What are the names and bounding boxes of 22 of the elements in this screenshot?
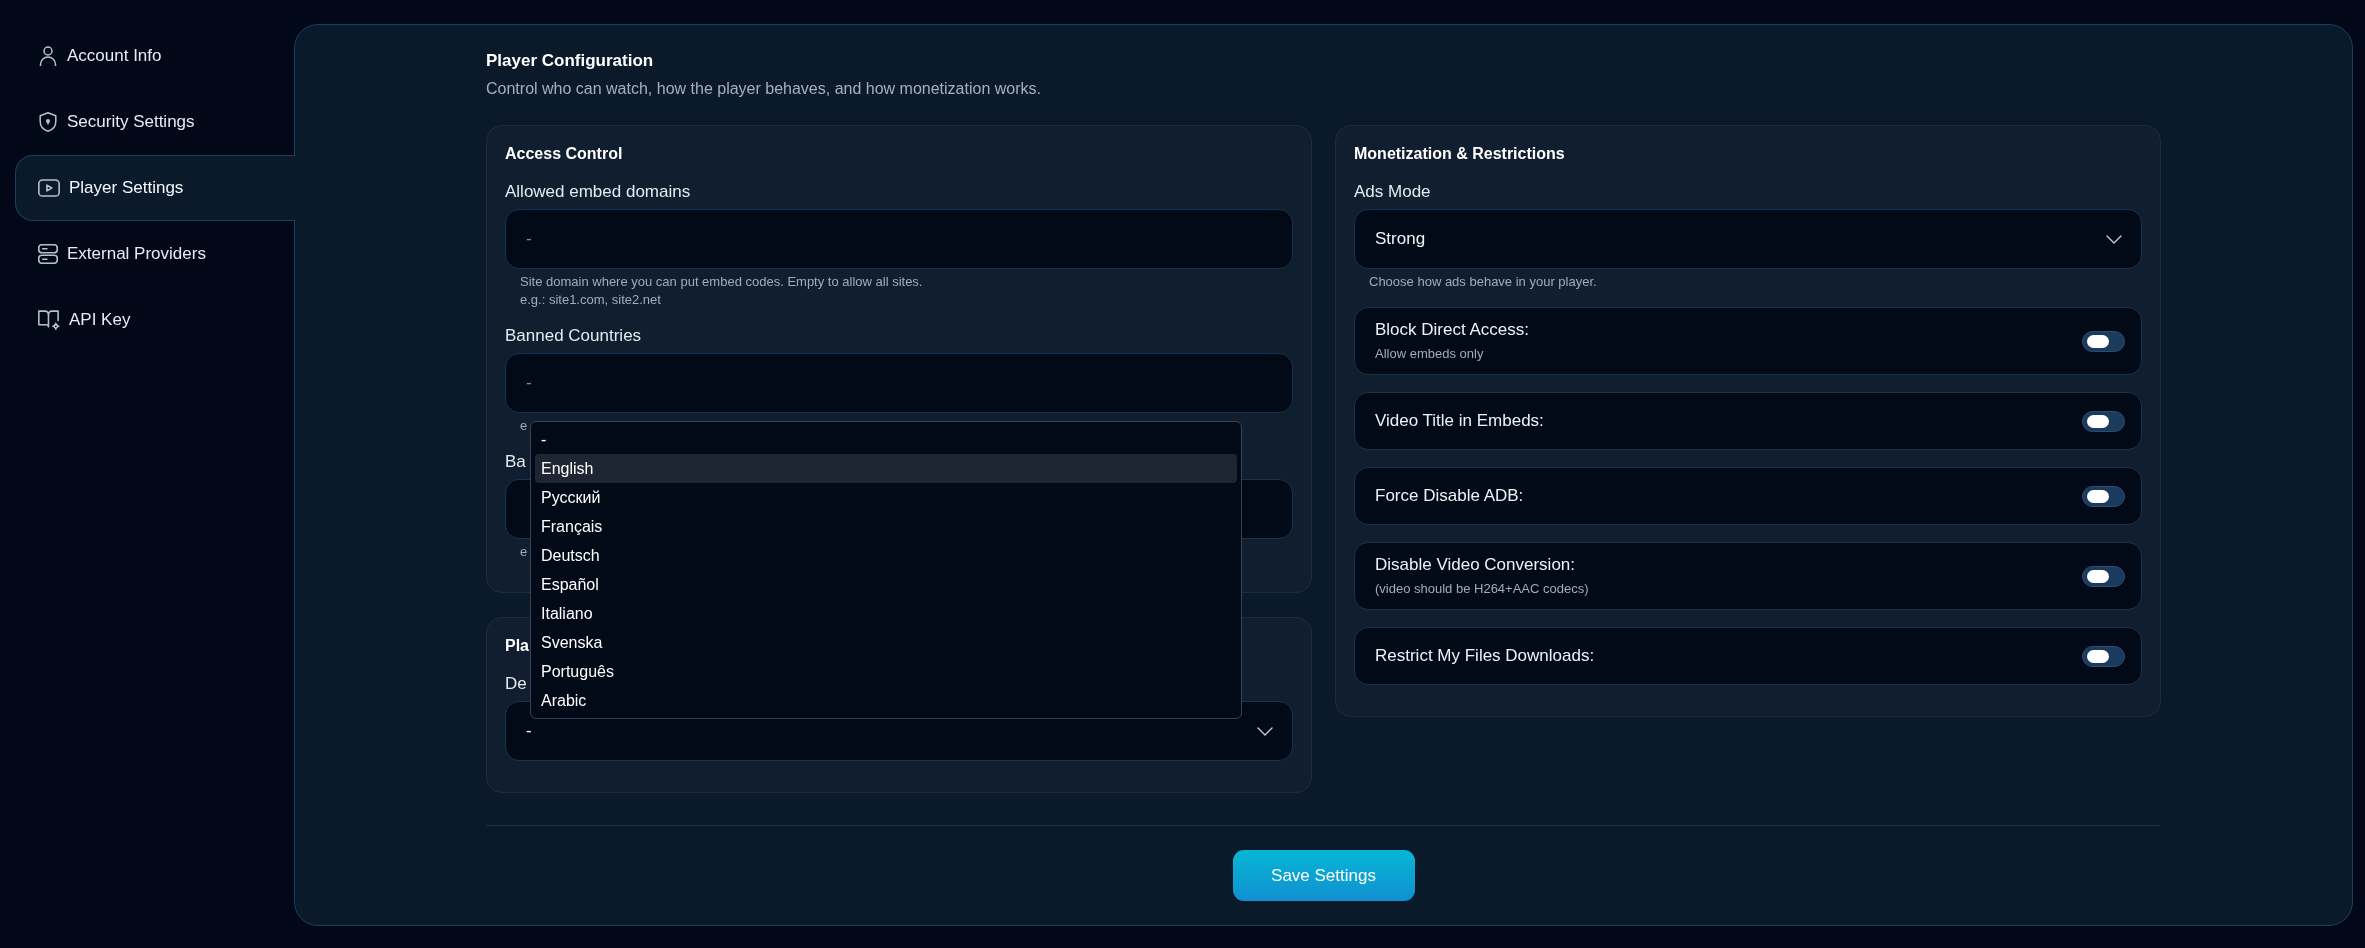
setting-label: Block Direct Access:	[1375, 319, 1529, 341]
card-title: Access Control	[505, 144, 623, 164]
page-title: Player Configuration	[486, 50, 654, 72]
card-title: Pla	[505, 636, 529, 656]
card-title: Monetization & Restrictions	[1354, 144, 1565, 164]
help-text: Choose how ads behave in your player.	[1369, 273, 1597, 291]
setting-label: Restrict My Files Downloads:	[1375, 645, 1595, 667]
field-label: Banned Countries	[505, 325, 642, 347]
help-text: e	[520, 543, 528, 561]
field-label: Ba	[505, 451, 526, 473]
page-subtitle: Control who can watch, how the player behaves, and how monetization works.	[486, 79, 1041, 99]
setting-label: Force Disable ADB:	[1375, 485, 1524, 507]
help-text: Site domain where you can put embed codes. Empty to allow all sites.	[520, 273, 923, 291]
field-label: De	[505, 673, 527, 695]
setting-note: (video should be H264+AAC codecs)	[1375, 580, 1589, 598]
setting-note: Allow embeds only	[1375, 345, 1484, 363]
help-text: e.g.: site1.com, site2.net	[520, 291, 661, 309]
setting-label: Video Title in Embeds:	[1375, 410, 1544, 432]
help-text: e	[520, 417, 528, 435]
field-label: Allowed embed domains	[505, 181, 691, 203]
field-label: Ads Mode	[1354, 181, 1431, 203]
setting-label: Disable Video Conversion:	[1375, 554, 1576, 576]
